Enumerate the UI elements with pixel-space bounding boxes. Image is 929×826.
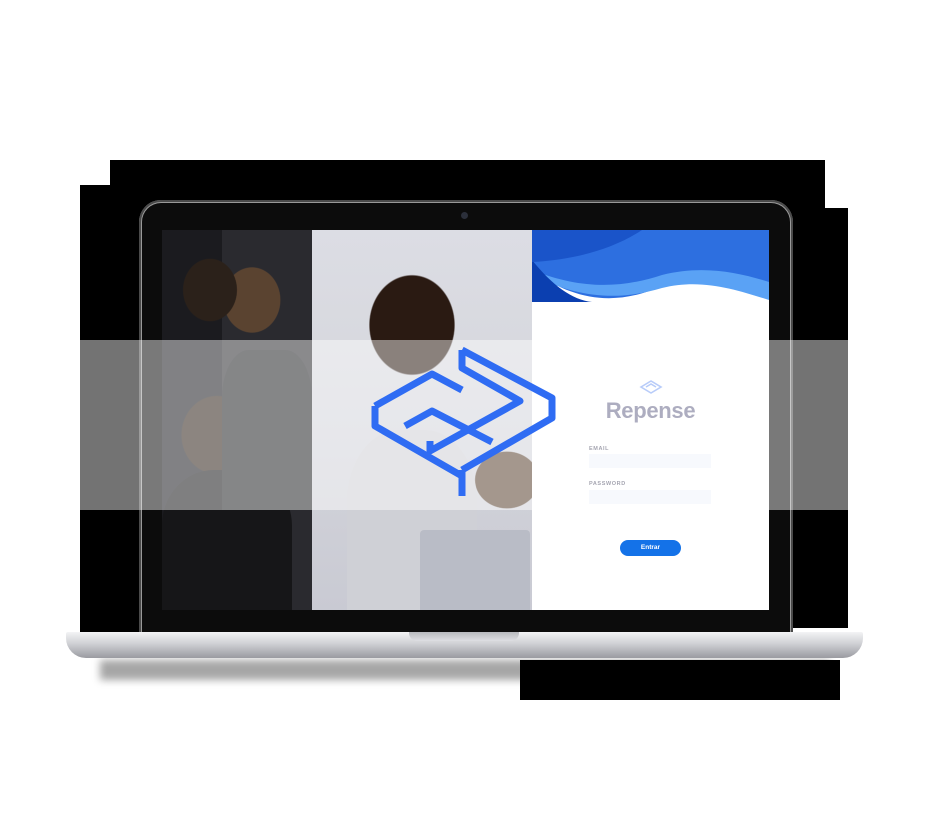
header-wave <box>532 230 769 302</box>
laptop-notch <box>409 632 519 641</box>
webcam <box>461 212 468 219</box>
repense-box-logo-icon <box>371 346 556 496</box>
laptop-shadow <box>100 660 830 680</box>
enter-button[interactable]: Entrar <box>620 540 681 556</box>
laptop-base <box>66 632 863 658</box>
photo-laptop <box>420 530 530 610</box>
